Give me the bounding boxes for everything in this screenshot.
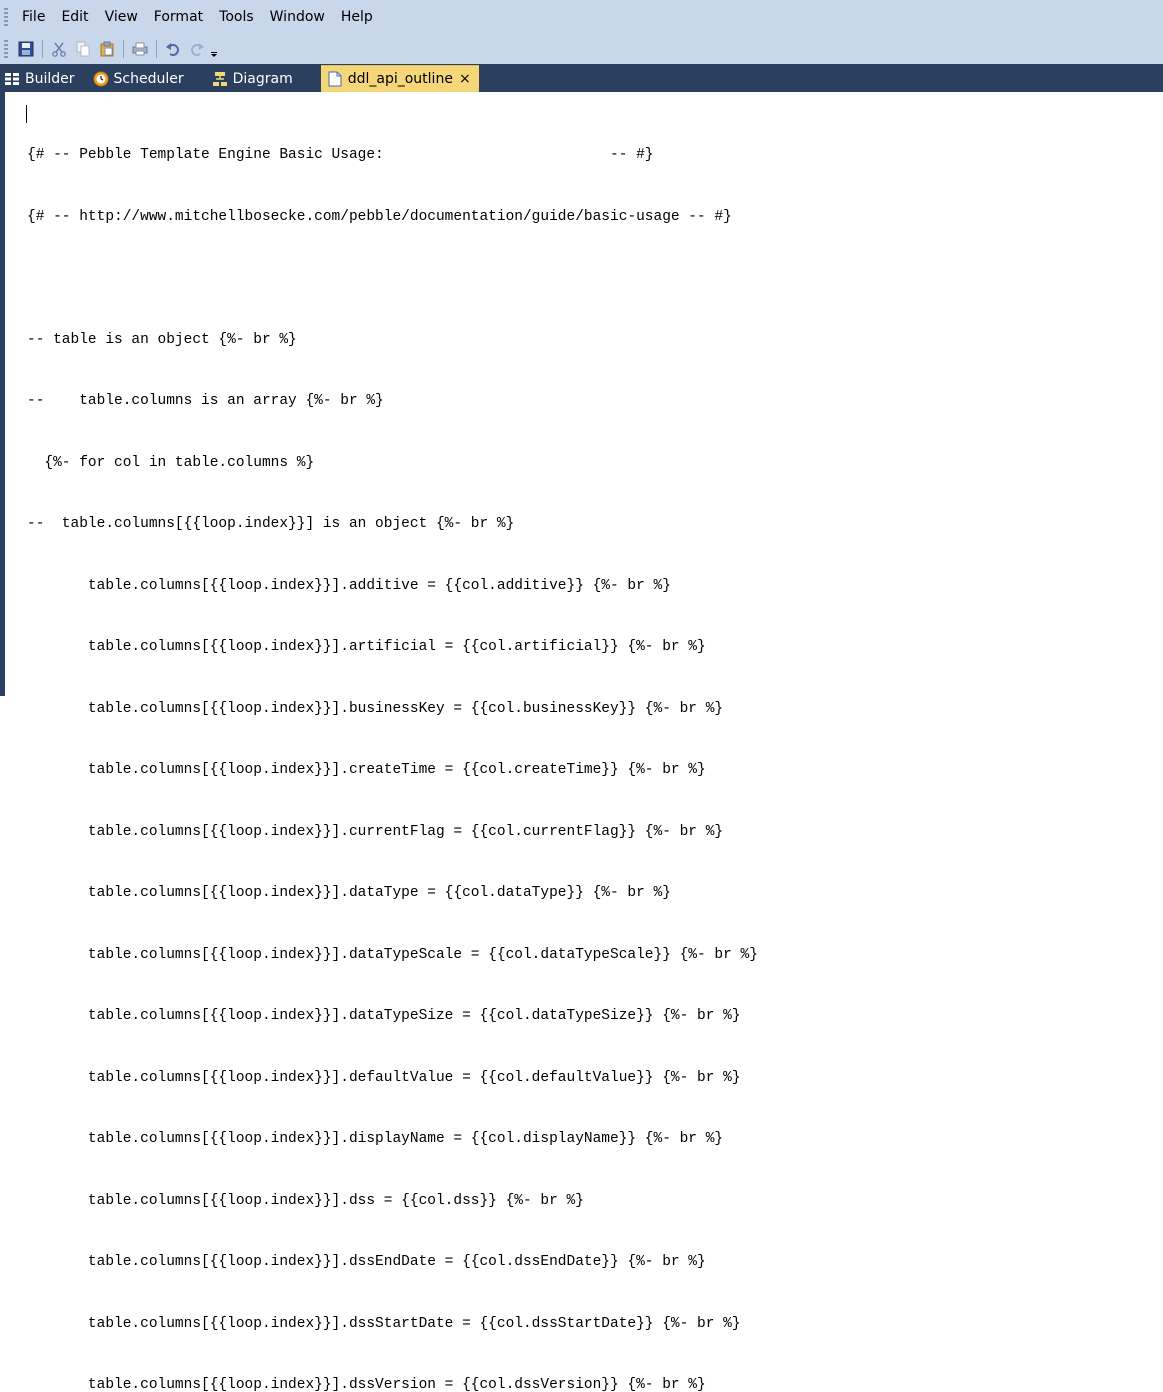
code-line: table.columns[{{loop.index}}].currentFla… [27,823,724,840]
code-line: table.columns[{{loop.index}}].createTime… [27,762,706,778]
undo-icon[interactable] [164,40,182,58]
code-line: table.columns[{{loop.index}}].displayNam… [27,1131,724,1147]
save-icon[interactable] [17,40,35,58]
code-line: table.columns[{{loop.index}}].additive =… [27,577,671,594]
editor-gutter [5,92,19,696]
code-line: {# -- http://www.mitchellbosecke.com/peb… [27,208,732,225]
paste-icon[interactable] [98,40,116,58]
menu-view[interactable]: View [97,0,146,34]
code-line: {%- for col in table.columns %} [27,454,315,471]
tab-diagram[interactable]: Diagram [208,66,301,92]
tab-label: Scheduler [113,71,184,87]
tab-label: ddl_api_outline [347,71,453,87]
toolbar [0,34,1163,64]
diagram-icon [212,71,228,87]
menu-grip [4,8,8,26]
copy-icon[interactable] [74,40,92,58]
document-icon [327,71,343,87]
builder-icon [4,71,20,87]
toolbar-separator [123,40,124,58]
code-line: table.columns[{{loop.index}}].dssStartDa… [27,1315,741,1332]
print-icon[interactable] [131,40,149,58]
toolbar-separator [156,40,157,58]
overflow-icon[interactable] [209,40,219,58]
redo-icon[interactable] [188,40,206,58]
tab-scheduler[interactable]: Scheduler [89,66,192,92]
code-editor[interactable]: {# -- Pebble Template Engine Basic Usage… [0,92,1163,1392]
code-line: table.columns[{{loop.index}}].defaultVal… [27,1069,741,1086]
tab-builder[interactable]: Builder [0,66,83,92]
menu-bar: File Edit View Format Tools Window Help [0,0,1163,34]
code-line: table.columns[{{loop.index}}].dssVersion… [27,1377,706,1392]
menu-edit[interactable]: Edit [53,0,96,34]
code-line: table.columns[{{loop.index}}].businessKe… [27,700,724,717]
code-line: {# -- Pebble Template Engine Basic Usage… [27,147,654,163]
document-tab-strip: Builder Scheduler Diagram ddl_api_outlin… [0,64,1163,92]
menu-format[interactable]: Format [146,0,211,34]
code-line: table.columns[{{loop.index}}].dssEndDate… [27,1254,706,1270]
close-icon[interactable]: × [459,71,471,87]
code-line: -- table is an object {%- br %} [27,331,297,348]
code-text[interactable]: {# -- Pebble Template Engine Basic Usage… [27,104,758,1392]
scheduler-icon [93,71,109,87]
code-line: table.columns[{{loop.index}}].dss = {{co… [27,1192,584,1209]
code-line: -- table.columns[{{loop.index}}] is an o… [27,516,515,532]
tab-label: Builder [25,71,75,87]
code-line: table.columns[{{loop.index}}].dataTypeSi… [27,1008,741,1024]
menu-file[interactable]: File [14,0,53,34]
cut-icon[interactable] [50,40,68,58]
code-line: table.columns[{{loop.index}}].artificial… [27,639,706,655]
menu-window[interactable]: Window [262,0,333,34]
code-line: table.columns[{{loop.index}}].dataType =… [27,885,671,901]
toolbar-grip [4,40,8,58]
tab-label: Diagram [232,71,293,87]
menu-help[interactable]: Help [333,0,381,34]
code-line: -- table.columns is an array {%- br %} [27,393,384,409]
menu-tools[interactable]: Tools [211,0,262,34]
code-line: table.columns[{{loop.index}}].dataTypeSc… [27,946,758,963]
tab-ddl-api-outline[interactable]: ddl_api_outline × [320,65,479,92]
toolbar-separator [42,40,43,58]
